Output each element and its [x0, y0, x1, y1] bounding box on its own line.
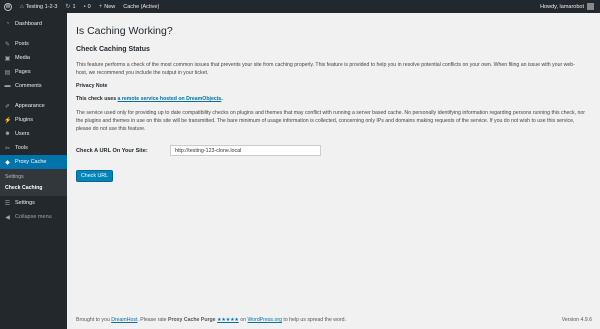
sidebar-item-proxy-cache[interactable]: ◆ Proxy Cache — [0, 155, 67, 169]
privacy-text: The service used only for providing up t… — [76, 110, 585, 132]
account-menu[interactable]: Howdy, lamarobot — [540, 3, 600, 10]
cache-icon: ◆ — [5, 159, 10, 166]
privacy-heading: Privacy Note — [76, 83, 108, 89]
sidebar-item-label: Pages — [15, 69, 31, 75]
collapse-menu-label: Collapse menu — [15, 214, 52, 220]
check-url-button[interactable]: Check URL — [76, 170, 113, 182]
site-name-menu[interactable]: ⌂ Testing 1-2-3 — [16, 0, 61, 13]
cache-status-menu[interactable]: Cache (Active) — [119, 0, 163, 13]
admin-bar: W ⌂ Testing 1-2-3 ↻ 1 ▪ 0 + New Cache (A… — [0, 0, 600, 13]
sidebar-item-label: Appearance — [15, 103, 45, 109]
privacy-summary: This check uses a remote service hosted … — [76, 95, 586, 103]
pin-icon: ✎ — [4, 41, 11, 48]
submenu-item-check-caching[interactable]: Check Caching — [0, 182, 67, 193]
comments-icon: ▬ — [4, 83, 11, 89]
plus-icon: + — [98, 3, 103, 10]
version-text: Version 4.9.6 — [561, 317, 592, 323]
refresh-icon: ↻ — [65, 4, 71, 10]
page-title: Is Caching Working? — [76, 25, 173, 37]
updates-count: 1 — [72, 3, 76, 10]
site-name: Testing 1-2-3 — [25, 3, 58, 10]
sidebar-item-pages[interactable]: ▤ Pages — [0, 65, 67, 79]
footer-rate-text: . Please rate — [137, 317, 168, 323]
updates-menu[interactable]: ↻ 1 — [61, 0, 79, 13]
sidebar-item-posts[interactable]: ✎ Posts — [0, 37, 67, 51]
cache-status-label: Cache (Active) — [123, 3, 160, 10]
sidebar-item-label: Plugins — [15, 117, 34, 123]
collapse-menu-button[interactable]: ◀ Collapse menu — [0, 210, 67, 224]
sliders-icon: ☰ — [4, 200, 11, 207]
sidebar-item-users[interactable]: ☻ Users — [0, 127, 67, 141]
footer-brought-prefix: Brought to you — [76, 317, 112, 323]
sidebar-item-plugins[interactable]: ⚡ Plugins — [0, 113, 67, 127]
comments-count: 0 — [87, 3, 91, 10]
main-content: Is Caching Working? Check Caching Status… — [76, 13, 592, 182]
sidebar-item-label: Comments — [15, 83, 42, 89]
section-title: Check Caching Status — [76, 46, 150, 53]
sidebar-item-appearance[interactable]: ✐ Appearance — [0, 99, 67, 113]
media-icon: ▣ — [4, 55, 11, 62]
plugin-name: Proxy Cache Purge — [168, 317, 216, 323]
new-content-menu[interactable]: + New — [95, 0, 120, 13]
url-field-label: Check A URL On Your Site: — [76, 147, 148, 154]
home-icon: ⌂ — [20, 3, 24, 10]
dreamhost-link[interactable]: DreamHost — [111, 317, 137, 323]
dreamobjects-link[interactable]: a remote service hosted on DreamObjects — [118, 96, 222, 102]
sidebar-item-tools[interactable]: ✂ Tools — [0, 141, 67, 155]
url-check-row: Check A URL On Your Site: — [76, 145, 592, 156]
admin-footer: Brought to you DreamHost. Please rate Pr… — [76, 317, 592, 323]
rating-stars-link[interactable]: ★★★★★ — [217, 317, 239, 323]
wp-logo-menu[interactable]: W — [0, 0, 16, 13]
avatar — [587, 3, 594, 10]
admin-sidebar: ◔ Dashboard ✎ Posts ▣ Media ▤ Pages ▬ Co… — [0, 13, 67, 329]
sidebar-item-label: Settings — [15, 200, 35, 206]
url-input[interactable] — [170, 145, 321, 156]
wordpress-logo-icon: W — [4, 2, 12, 11]
privacy-suffix: . — [221, 96, 223, 102]
comments-menu[interactable]: ▪ 0 — [80, 0, 95, 13]
users-icon: ☻ — [4, 131, 11, 137]
howdy-text: Howdy, lamarobot — [540, 3, 584, 10]
privacy-prefix: This check uses — [76, 96, 118, 102]
collapse-arrow-icon: ◀ — [5, 214, 10, 221]
wrench-icon: ✂ — [4, 145, 11, 152]
pages-icon: ▤ — [4, 69, 11, 76]
intro-text: This feature performs a check of the mos… — [76, 62, 575, 76]
new-label: New — [104, 3, 116, 10]
wordpress-org-link[interactable]: WordPress.org — [247, 317, 282, 323]
sidebar-item-label: Tools — [15, 145, 28, 151]
proxy-cache-submenu: Settings Check Caching — [0, 169, 67, 196]
sidebar-item-label: Dashboard — [15, 21, 42, 27]
sidebar-item-dashboard[interactable]: ◔ Dashboard — [0, 17, 67, 31]
footer-suffix: to help us spread the word. — [281, 317, 346, 323]
comment-icon: ▪ — [83, 3, 86, 10]
sidebar-item-label: Posts — [15, 41, 29, 47]
sidebar-item-media[interactable]: ▣ Media — [0, 51, 67, 65]
footer-credits: Brought to you DreamHost. Please rate Pr… — [76, 317, 346, 323]
sidebar-item-comments[interactable]: ▬ Comments — [0, 79, 67, 93]
dashboard-icon: ◔ — [5, 21, 10, 27]
submenu-item-settings[interactable]: Settings — [0, 171, 67, 182]
brush-icon: ✐ — [4, 103, 11, 110]
plugin-icon: ⚡ — [4, 117, 12, 124]
sidebar-item-label: Proxy Cache — [15, 159, 47, 165]
sidebar-item-label: Users — [15, 131, 30, 137]
sidebar-item-label: Media — [15, 55, 30, 61]
sidebar-item-settings[interactable]: ☰ Settings — [0, 196, 67, 210]
